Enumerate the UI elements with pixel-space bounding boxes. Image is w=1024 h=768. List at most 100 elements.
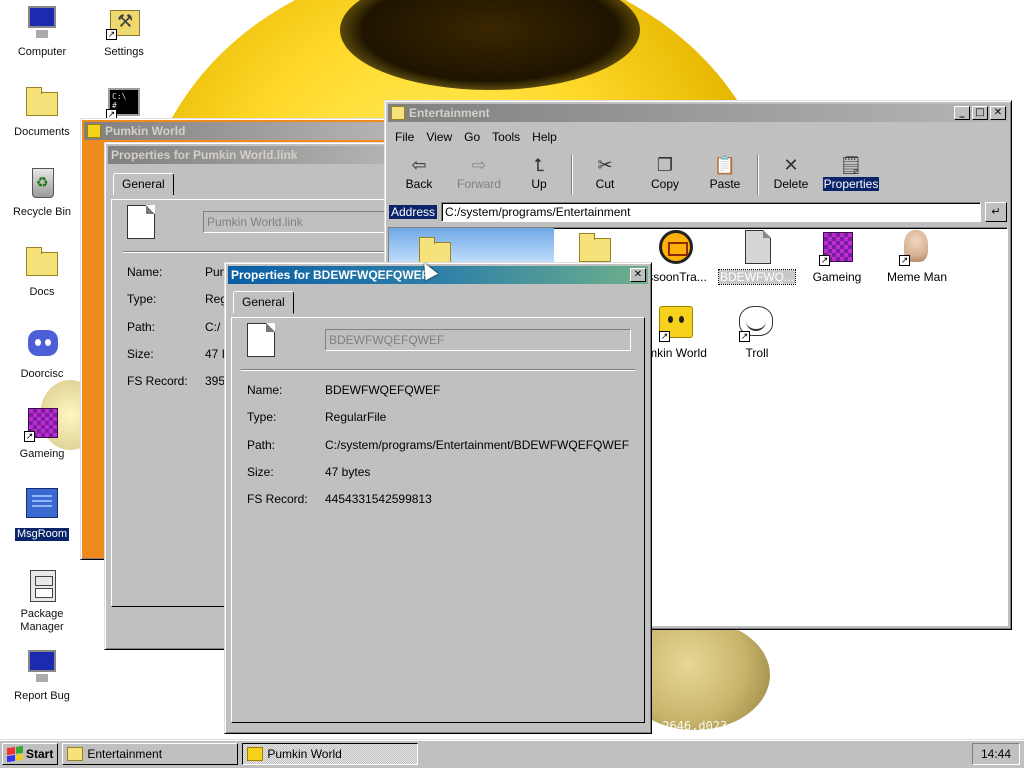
label-fs-record: FS Record: bbox=[127, 374, 188, 388]
desktop-icon-docs[interactable]: Docs bbox=[2, 244, 82, 299]
report-bug-icon bbox=[28, 650, 56, 682]
bdew-properties-panel bbox=[231, 317, 645, 723]
label-type: Type: bbox=[127, 292, 157, 306]
trash-app-icon bbox=[659, 230, 693, 264]
copy-icon: ❐ bbox=[656, 155, 674, 176]
desktop-icon-package-manager[interactable]: Package Manager bbox=[2, 568, 82, 634]
desktop-icon-report-bug[interactable]: Report Bug bbox=[2, 648, 82, 703]
label-size: Size: bbox=[247, 465, 274, 479]
label-path: Path: bbox=[127, 320, 156, 334]
minimize-button[interactable]: _ bbox=[954, 106, 970, 120]
desktop-icon-gameing[interactable]: ↗ Gameing bbox=[2, 406, 82, 461]
address-input[interactable]: C:/system/programs/Entertainment bbox=[441, 202, 981, 222]
label-fs-record: FS Record: bbox=[247, 492, 308, 506]
taskbar: Start Entertainment Pumkin World 14:44 bbox=[0, 739, 1024, 768]
label-size: Size: bbox=[127, 347, 154, 361]
computer-icon bbox=[28, 6, 56, 38]
label-type: Type: bbox=[247, 410, 277, 424]
menu-go[interactable]: Go bbox=[458, 127, 486, 147]
separator bbox=[123, 251, 403, 253]
address-bar: Address C:/system/programs/Entertainment… bbox=[389, 201, 1007, 223]
label-name: Name: bbox=[127, 265, 163, 279]
file-item-bdewfwqefqwef[interactable]: BDEWFWQ... bbox=[718, 230, 796, 285]
value-name: BDEWFWQEFQWEF bbox=[325, 383, 441, 397]
folder-icon bbox=[391, 106, 405, 120]
value-size: 47 bytes bbox=[325, 465, 371, 479]
toolbar-separator bbox=[757, 155, 759, 195]
copy-button[interactable]: ❐ Copy bbox=[635, 151, 695, 199]
label-name: Name: bbox=[247, 383, 283, 397]
version-text: .2646.d023 bbox=[655, 719, 728, 733]
close-button[interactable]: ✕ bbox=[990, 106, 1006, 120]
recycle-bin-icon bbox=[32, 168, 54, 198]
file-icon bbox=[247, 323, 275, 357]
close-button[interactable]: ✕ bbox=[630, 268, 646, 282]
folder-icon bbox=[26, 247, 58, 276]
cut-button[interactable]: ✂ Cut bbox=[575, 151, 635, 199]
file-icon bbox=[127, 205, 155, 239]
pumpkin-icon bbox=[247, 747, 264, 761]
go-arrow-icon[interactable]: ↵ bbox=[985, 202, 1007, 222]
value-fs-record: 395 bbox=[205, 374, 226, 388]
desktop-icon-recycle-bin[interactable]: Recycle Bin bbox=[2, 164, 82, 219]
back-arrow-icon: ⇦ bbox=[411, 155, 427, 176]
pumpkin-icon bbox=[87, 124, 101, 138]
maximize-button[interactable]: □ bbox=[972, 106, 988, 120]
label-path: Path: bbox=[247, 438, 276, 452]
menu-bar: File View Go Tools Help bbox=[389, 127, 563, 147]
package-manager-icon bbox=[30, 570, 56, 602]
toolbar-separator bbox=[571, 155, 573, 195]
value-path: C:/system/programs/Entertainment/BDEWFWQ… bbox=[325, 438, 630, 452]
file-item-meme-man[interactable]: ↗ Meme Man bbox=[879, 230, 955, 284]
name-field[interactable]: BDEWFWQEFQWEF bbox=[325, 329, 631, 351]
toolbar: ⇦ Back ⇨ Forward ⮤ Up ✂ Cut ❐ Copy 📋 Pas… bbox=[389, 151, 881, 199]
folder-icon bbox=[579, 233, 611, 262]
tab-general[interactable]: General bbox=[233, 291, 294, 314]
back-button[interactable]: ⇦ Back bbox=[389, 151, 449, 199]
desktop-icon-settings[interactable]: ↗ Settings bbox=[84, 4, 164, 59]
tab-general[interactable]: General bbox=[113, 173, 174, 195]
bdew-properties-titlebar[interactable]: Properties for BDEWFWQEFQWEF ✕ bbox=[228, 266, 648, 284]
taskbar-button-pumkin-world[interactable]: Pumkin World bbox=[242, 743, 419, 765]
value-type: RegularFile bbox=[325, 410, 387, 424]
paste-icon: 📋 bbox=[713, 155, 737, 176]
value-fs-record: 4454331542599813 bbox=[325, 492, 432, 506]
menu-tools[interactable]: Tools bbox=[486, 127, 526, 147]
properties-button[interactable]: 🗒 Properties bbox=[821, 151, 881, 199]
taskbar-button-entertainment[interactable]: Entertainment bbox=[62, 743, 239, 765]
desktop-icon-documents[interactable]: Documents bbox=[2, 84, 82, 139]
folder-icon bbox=[67, 747, 84, 761]
value-size: 47 I bbox=[205, 347, 226, 361]
msgroom-icon bbox=[26, 488, 58, 518]
bdew-properties-dialog[interactable]: Properties for BDEWFWQEFQWEF ✕ General B… bbox=[224, 262, 652, 734]
file-icon bbox=[745, 230, 771, 264]
desktop-icon-computer[interactable]: Computer bbox=[2, 4, 82, 59]
start-button[interactable]: Start bbox=[2, 743, 59, 765]
forward-button[interactable]: ⇨ Forward bbox=[449, 151, 509, 199]
separator bbox=[241, 369, 635, 371]
address-label: Address bbox=[389, 205, 438, 219]
paste-button[interactable]: 📋 Paste bbox=[695, 151, 755, 199]
properties-icon: 🗒 bbox=[839, 155, 863, 176]
pumkin-properties-titlebar[interactable]: Properties for Pumkin World.link bbox=[108, 146, 400, 164]
system-clock[interactable]: 14:44 bbox=[972, 743, 1020, 765]
desktop-icon-msgroom[interactable]: MsgRoom bbox=[2, 486, 82, 542]
windows-logo-icon bbox=[7, 745, 23, 763]
menu-view[interactable]: View bbox=[420, 127, 458, 147]
pumkin-world-titlebar[interactable]: Pumkin World bbox=[84, 122, 396, 140]
explorer-titlebar[interactable]: Entertainment _ □ ✕ bbox=[388, 104, 1008, 122]
scissors-icon: ✂ bbox=[597, 155, 613, 176]
up-button[interactable]: ⮤ Up bbox=[509, 151, 569, 199]
up-folder-icon: ⮤ bbox=[533, 155, 545, 176]
value-path: C:/ bbox=[205, 320, 221, 334]
name-field[interactable]: Pumkin World.link bbox=[203, 211, 403, 233]
menu-help[interactable]: Help bbox=[526, 127, 563, 147]
file-item-gameing[interactable]: ↗ Gameing bbox=[799, 230, 875, 284]
menu-file[interactable]: File bbox=[389, 127, 420, 147]
discord-icon bbox=[28, 330, 58, 356]
file-item-troll[interactable]: ↗ Troll bbox=[719, 306, 795, 360]
delete-button[interactable]: ✕ Delete bbox=[761, 151, 821, 199]
desktop-icon-doorcisc[interactable]: Doorcisc bbox=[2, 326, 82, 381]
delete-x-icon: ✕ bbox=[783, 155, 799, 176]
documents-folder-icon bbox=[26, 87, 58, 116]
